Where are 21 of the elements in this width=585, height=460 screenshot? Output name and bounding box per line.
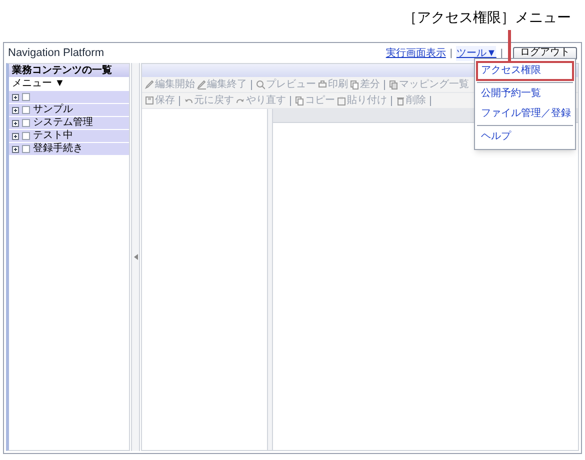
tools-menu-link[interactable]: ツール▼ [456,46,496,60]
panel-title: 業務コンテンツの一覧 [9,64,129,77]
tree-label: システム管理 [33,118,93,128]
window-title: Navigation Platform [8,46,104,61]
callout-label: ［アクセス権限］メニュー [403,10,571,24]
tree-row[interactable]: システム管理 [9,117,129,129]
view-link[interactable]: 実行画面表示 [386,46,446,60]
tree-row[interactable]: 登録手続き [9,143,129,155]
tree-label: テスト中 [33,131,73,141]
menu-item[interactable]: ヘルプ [476,127,574,147]
link-divider: | [500,46,503,60]
tree-row[interactable]: テスト中 [9,130,129,142]
tree-label: 登録手続き [33,144,83,154]
tree-label: サンプル [33,105,73,115]
menu-item[interactable]: ファイル管理／登録 [476,104,574,124]
menu-dropdown[interactable]: メニュー ▼ [9,78,129,90]
menu-item[interactable]: 公開予約一覧 [476,84,574,104]
menu-item[interactable]: アクセス権限 [476,61,574,81]
tree-row[interactable]: サンプル [9,104,129,116]
logout-button[interactable]: ログアウト [513,46,577,60]
link-divider: | [450,46,452,60]
